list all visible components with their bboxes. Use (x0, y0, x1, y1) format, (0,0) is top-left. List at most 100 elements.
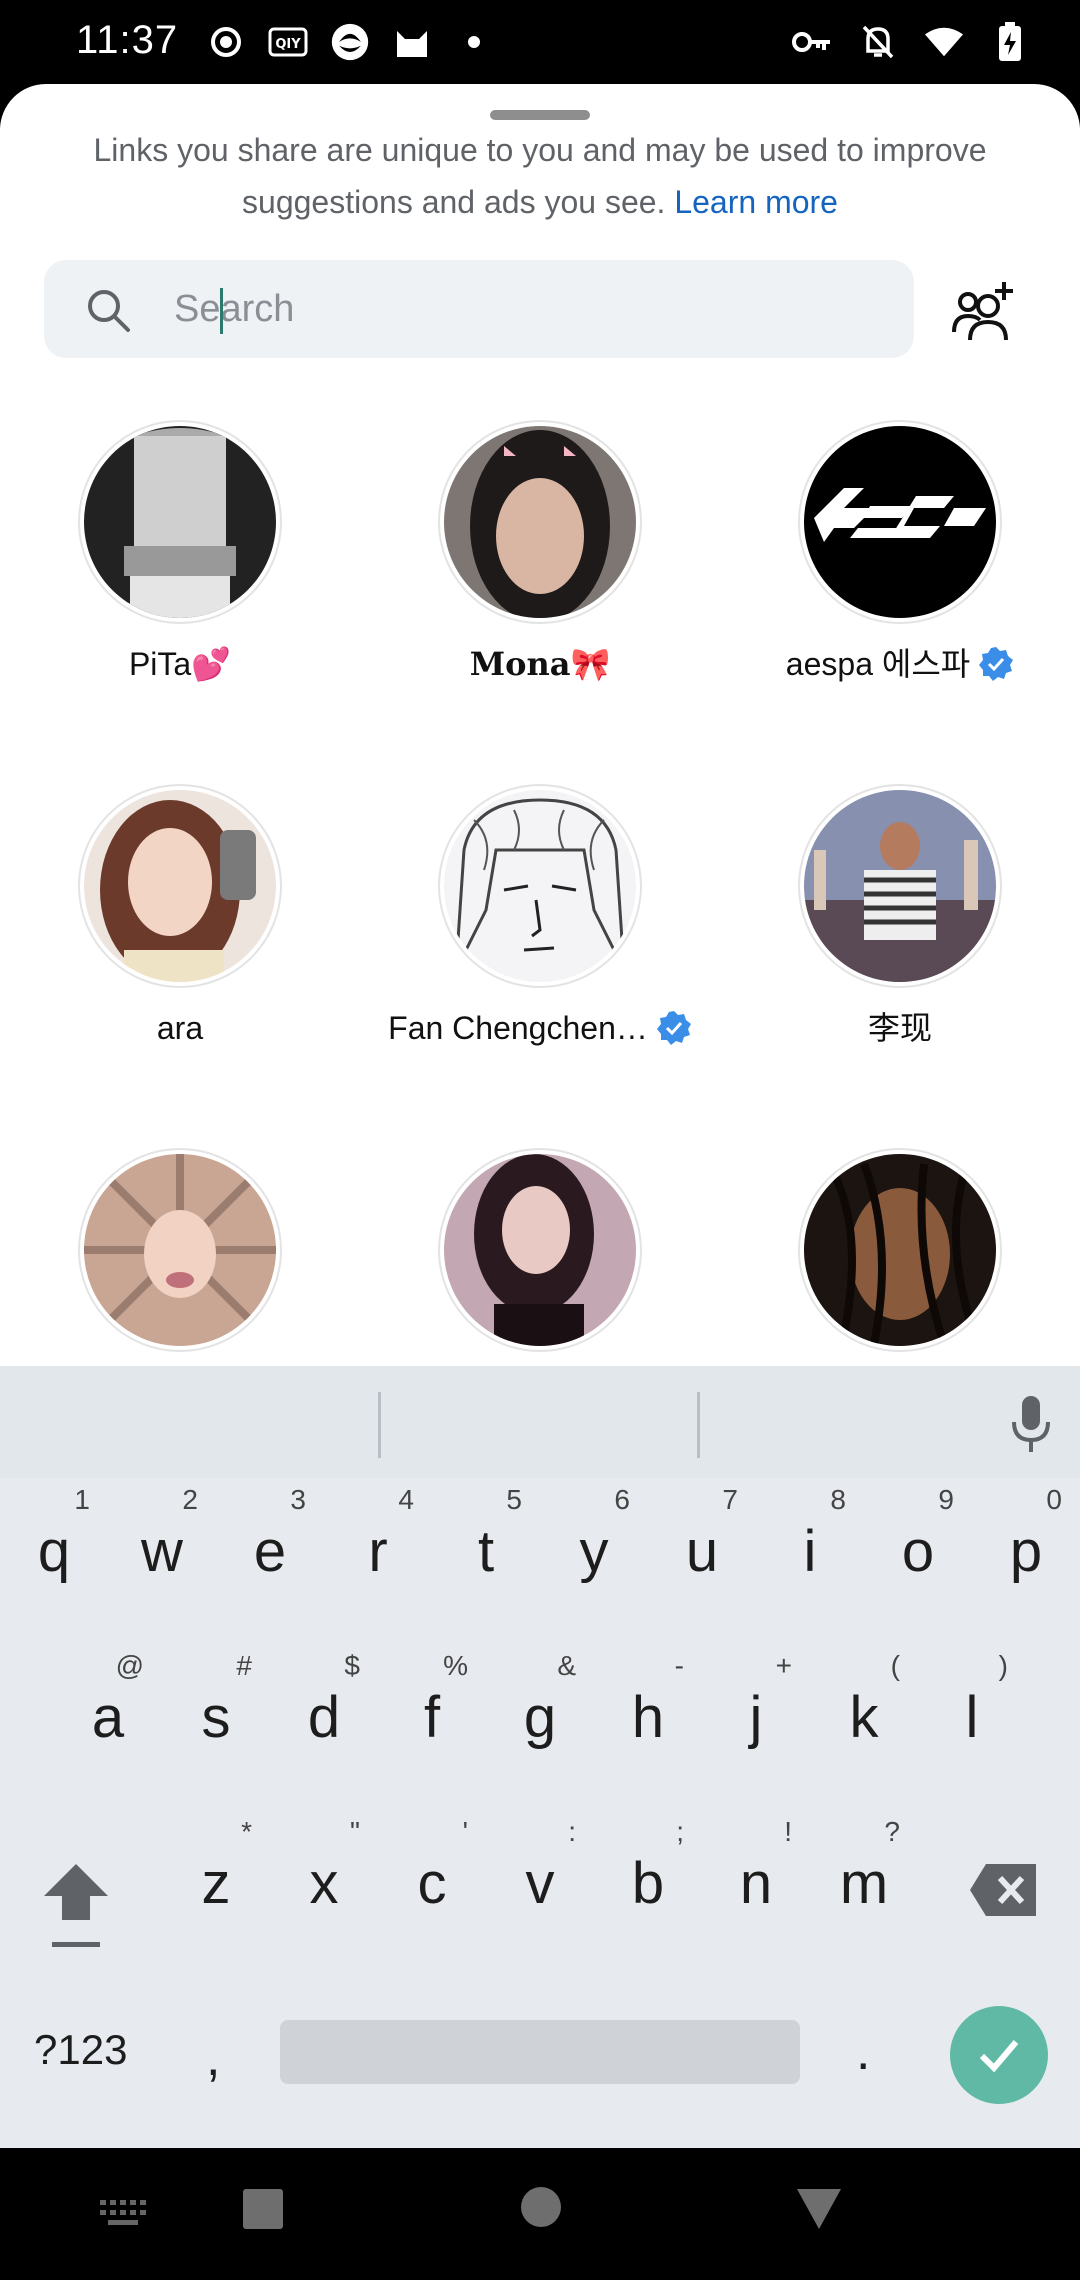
key-hint: + (775, 1650, 792, 1681)
key-hint: - (674, 1650, 684, 1681)
checkmark-icon (979, 2040, 1019, 2073)
key-o[interactable]: 9o (868, 1478, 968, 1608)
key-k[interactable]: (k (814, 1644, 914, 1774)
comma-key[interactable]: , (206, 2028, 220, 2088)
key-y[interactable]: 6y (544, 1478, 644, 1608)
key-s[interactable]: # s (166, 1644, 266, 1774)
key-hint: " (350, 1816, 360, 1847)
battery-charging-icon (990, 22, 1030, 62)
record-icon (206, 22, 246, 62)
key-c[interactable]: ' c (382, 1810, 482, 1940)
key-hint: ; (676, 1816, 684, 1847)
key-label: g (523, 1685, 557, 1750)
key-hint: : (568, 1816, 576, 1847)
key-d[interactable]: $ d (274, 1644, 374, 1774)
key-x[interactable]: " x (274, 1810, 374, 1940)
key-f[interactable]: % f (382, 1644, 482, 1774)
enter-key[interactable] (950, 2006, 1048, 2104)
key-label: v (525, 1851, 555, 1916)
key-label: q (37, 1519, 71, 1584)
key-hint: 7 (722, 1484, 738, 1515)
symbols-key[interactable]: ?123 (34, 2026, 127, 2074)
key-j[interactable]: + j (706, 1644, 806, 1774)
drag-handle[interactable] (490, 110, 590, 120)
key-label: s (201, 1685, 231, 1750)
key-label: k (849, 1685, 879, 1750)
key-hint: 9 (938, 1484, 954, 1515)
key-hint: 2 (182, 1484, 198, 1515)
app-icon (330, 22, 370, 62)
key-label: a (91, 1685, 125, 1750)
key-h[interactable]: -h (598, 1644, 698, 1774)
recents-button-icon[interactable] (242, 2188, 284, 2230)
key-hint: ? (884, 1816, 900, 1847)
key-hint: 4 (398, 1484, 414, 1515)
key-e[interactable]: 3e (220, 1478, 320, 1608)
share-sheet: Links you share are unique to you and ma… (0, 84, 1080, 1366)
avatar (804, 426, 996, 618)
key-i[interactable]: 8i (760, 1478, 860, 1608)
key-w[interactable]: 2w (112, 1478, 212, 1608)
avatar (84, 1154, 276, 1346)
key-hint: ) (998, 1650, 1008, 1681)
key-label: o (901, 1519, 935, 1584)
key-u[interactable]: 7u (652, 1478, 752, 1608)
suggestion-divider (378, 1392, 381, 1458)
key-label: f (423, 1685, 441, 1750)
contact-item[interactable] (720, 1148, 1080, 1358)
add-people-icon[interactable] (948, 276, 1020, 348)
contact-item[interactable] (0, 1148, 360, 1358)
key-label: i (803, 1519, 817, 1584)
cat-app-icon (392, 22, 432, 62)
key-v[interactable]: :v (490, 1810, 590, 1940)
avatar (444, 790, 636, 982)
key-hint: ( (890, 1650, 900, 1681)
navigation-bar (0, 2148, 1080, 2280)
home-button-icon[interactable] (520, 2186, 562, 2228)
key-l[interactable]: ) l (922, 1644, 1022, 1774)
contact-item[interactable] (360, 1148, 720, 1358)
suggestion-strip (0, 1366, 1080, 1478)
learn-more-link[interactable]: Learn more (674, 184, 838, 220)
keyboard: 1q2w3e4r5t6y7u8i9o0p @ a # s $ d% f & g - h + j(k) l … (0, 1366, 1080, 2148)
key-m[interactable]: ? m (814, 1810, 914, 1940)
status-time: 11:37 (76, 18, 179, 62)
status-bar: 11:37 QIY (0, 0, 1080, 84)
svg-text:QIY: QIY (275, 37, 301, 52)
key-q[interactable]: 1q (4, 1478, 104, 1608)
key-z[interactable]: * z (166, 1810, 266, 1940)
key-g[interactable]: & g (490, 1644, 590, 1774)
notice-text: Links you share are unique to you and ma… (93, 132, 987, 220)
key-label: c (417, 1851, 447, 1916)
search-box[interactable] (44, 260, 914, 358)
key-label: z (201, 1851, 231, 1916)
key-n[interactable]: ! n (706, 1810, 806, 1940)
contact-item[interactable]: aespa 에스파 (720, 420, 1080, 750)
contact-name: Fan Chengchen… (370, 1006, 710, 1050)
contact-item[interactable]: PiTa💕 (0, 420, 360, 750)
avatar (444, 1154, 636, 1346)
key-b[interactable]: ; b (598, 1810, 698, 1940)
key-p[interactable]: 0p (976, 1478, 1076, 1608)
keyboard-switch-icon[interactable] (100, 2200, 146, 2230)
contact-item[interactable]: Fan Chengchen… (360, 784, 720, 1114)
mute-icon (858, 22, 898, 62)
key-r[interactable]: 4r (328, 1478, 428, 1608)
microphone-icon[interactable] (1006, 1394, 1056, 1456)
contact-item[interactable]: 李现 (720, 784, 1080, 1114)
contact-item[interactable]: Mona🎀 (360, 420, 720, 750)
shift-key[interactable] (40, 1860, 112, 1950)
key-label: t (477, 1519, 495, 1584)
space-key[interactable] (280, 2020, 800, 2084)
wifi-icon (924, 22, 964, 62)
key-hint: ! (784, 1816, 792, 1847)
backspace-key[interactable] (968, 1860, 1040, 1920)
key-a[interactable]: @ a (58, 1644, 158, 1774)
contact-item[interactable]: ara (0, 784, 360, 1114)
back-button-icon[interactable] (796, 2188, 842, 2230)
search-input[interactable] (174, 274, 874, 344)
key-t[interactable]: 5t (436, 1478, 536, 1608)
search-icon (88, 290, 130, 332)
key-label: w (141, 1519, 183, 1584)
period-key[interactable]: . (856, 2022, 870, 2082)
